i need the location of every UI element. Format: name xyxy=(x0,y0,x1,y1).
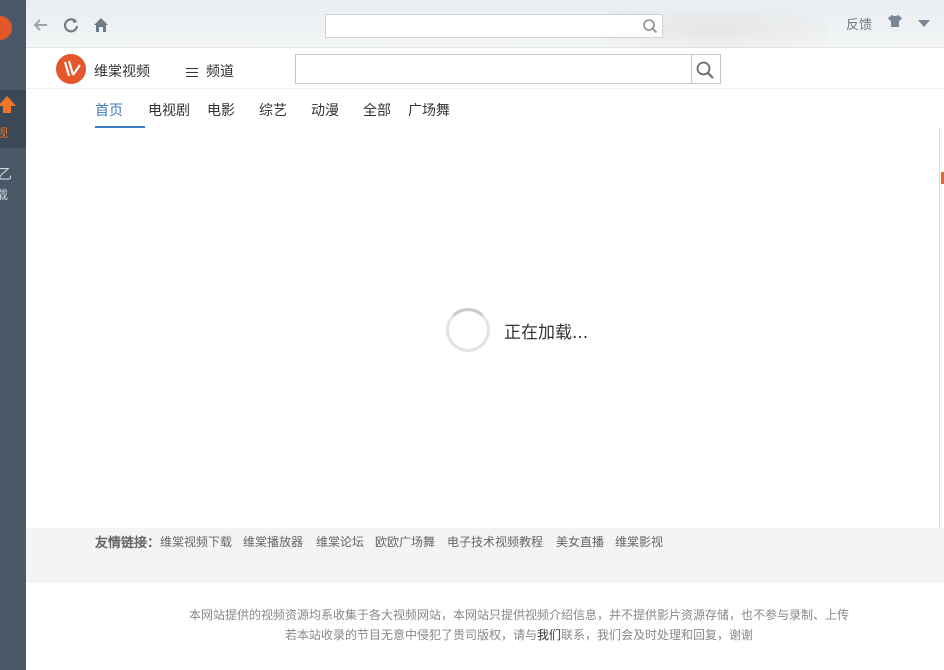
link-live-stream[interactable]: 美女直播 xyxy=(556,533,604,550)
back-arrow-icon xyxy=(33,19,47,31)
tab-tv-series[interactable]: 电视剧 xyxy=(148,100,190,120)
loading-spinner-icon xyxy=(446,308,490,352)
refresh-icon xyxy=(63,18,79,33)
browser-toolbar: 反馈 xyxy=(26,0,944,50)
footer-contact-link[interactable]: 我们 xyxy=(537,628,561,642)
tab-variety[interactable]: 综艺 xyxy=(259,100,287,120)
tab-all[interactable]: 全部 xyxy=(363,100,391,120)
tab-home[interactable]: 首页 xyxy=(95,100,123,120)
footer-line2-post: 联系，我们会及时处理和回复，谢谢 xyxy=(561,628,754,642)
brand-name[interactable]: 维棠视频 xyxy=(94,61,150,81)
refresh-button[interactable] xyxy=(60,14,82,36)
link-weitang-download[interactable]: 维棠视频下载 xyxy=(160,533,232,550)
rail-item-video[interactable]: 视 xyxy=(0,90,26,148)
rail-item-download-label: 载 xyxy=(0,188,9,202)
skin-shirt-icon[interactable] xyxy=(887,13,903,29)
friendly-links-title: 友情链接： xyxy=(95,536,161,551)
app-logo-icon xyxy=(0,16,12,40)
loading-text: 正在加载... xyxy=(504,323,589,343)
upload-arrow-stem xyxy=(3,105,11,113)
footer-disclaimer-line1: 本网站提供的视频资源均系收集于各大视频网站，本网站只提供视频介绍信息，并不提供影… xyxy=(189,608,850,622)
tab-square-dance[interactable]: 广场舞 xyxy=(408,100,450,120)
feedback-link[interactable]: 反馈 xyxy=(846,14,872,33)
dropdown-menu-icon[interactable] xyxy=(918,20,930,27)
link-ouou-dance[interactable]: 欧欧广场舞 xyxy=(375,533,435,550)
home-icon xyxy=(94,18,108,32)
link-weitang-player[interactable]: 维棠播放器 xyxy=(243,533,303,550)
side-rail: 视 乙 载 xyxy=(0,0,26,670)
home-button[interactable] xyxy=(90,14,112,36)
link-electronics-tutorial[interactable]: 电子技术视频教程 xyxy=(447,533,543,550)
footer-disclaimer-line2: 若本站收录的节目无意中侵犯了贵司版权，请与我们联系，我们会及时处理和回复，谢谢 xyxy=(285,626,753,643)
rail-item-download[interactable]: 乙 载 xyxy=(0,160,26,210)
brand-logo-icon[interactable] xyxy=(56,54,86,84)
site-search-input[interactable] xyxy=(295,54,721,84)
footer-line2-pre: 若本站收录的节目无意中侵犯了贵司版权，请与 xyxy=(285,628,538,642)
channel-menu-button[interactable]: 频道 xyxy=(186,61,234,81)
active-tab-indicator xyxy=(95,126,145,128)
rail-item-video-label: 视 xyxy=(0,126,9,140)
friendly-links: 友情链接： 维棠视频下载 维棠播放器 维棠论坛 欧欧广场舞 电子技术视频教程 美… xyxy=(26,528,944,583)
site-search-icon[interactable] xyxy=(695,60,715,80)
tab-anime[interactable]: 动漫 xyxy=(311,100,339,120)
menu-lines-icon xyxy=(186,65,198,80)
search-icon[interactable] xyxy=(642,18,658,34)
link-weitang-forum[interactable]: 维棠论坛 xyxy=(316,533,364,550)
site-header: 维棠视频 频道 xyxy=(26,48,944,89)
link-weitang-movies[interactable]: 维棠影视 xyxy=(615,533,663,550)
download-icon: 乙 xyxy=(0,167,12,183)
category-nav: 首页 电视剧 电影 综艺 动漫 全部 广场舞 xyxy=(26,89,944,129)
channel-label: 频道 xyxy=(206,64,234,80)
tab-movies[interactable]: 电影 xyxy=(207,100,235,120)
search-divider xyxy=(691,55,692,83)
back-button[interactable] xyxy=(30,14,52,36)
page-footer: 本网站提供的视频资源均系收集于各大视频网站，本网站只提供视频介绍信息，并不提供影… xyxy=(26,583,944,670)
address-search-input[interactable] xyxy=(325,14,663,38)
brand-logo-mark xyxy=(63,60,81,77)
